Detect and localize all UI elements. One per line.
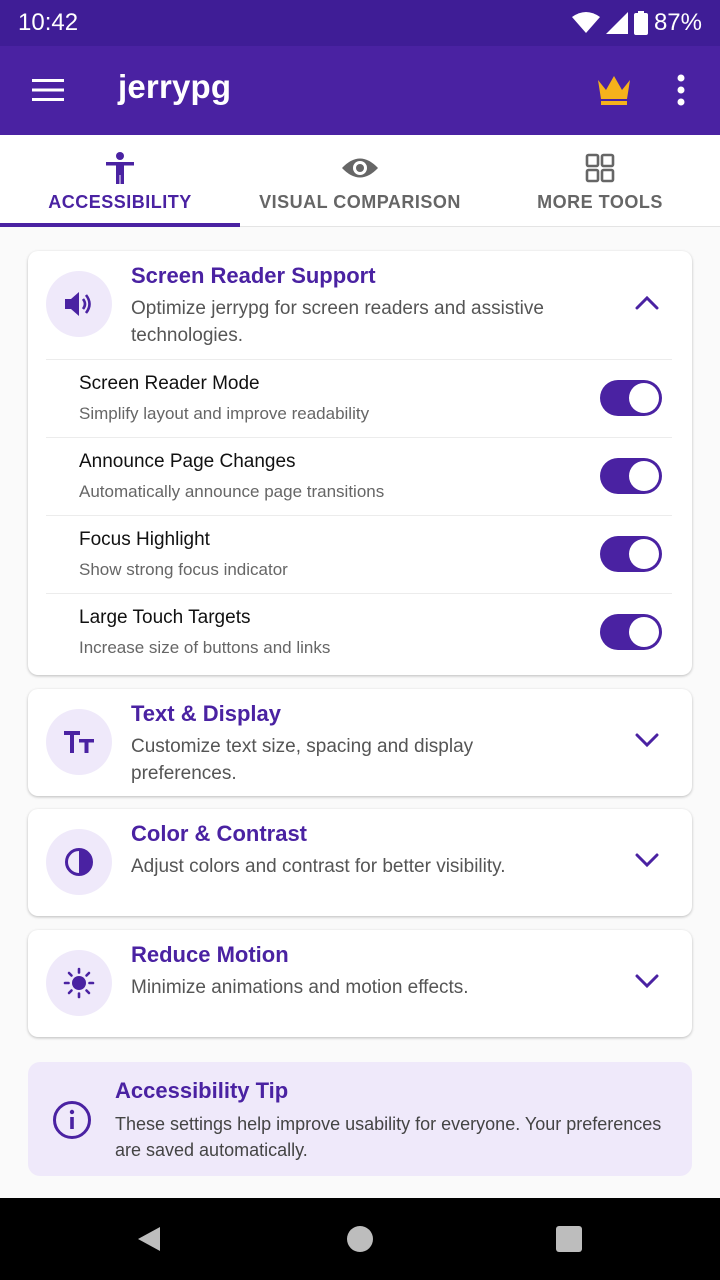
setting-description: Simplify layout and improve readability: [79, 404, 370, 423]
toggle-knob: [629, 539, 659, 569]
eye-icon: [342, 158, 378, 178]
tab-accessibility[interactable]: ACCESSIBILITY: [0, 135, 240, 227]
sun-icon: [63, 967, 95, 999]
active-tab-indicator: [0, 223, 240, 227]
signal-icon: [605, 12, 628, 34]
section-title: Text & Display: [131, 701, 281, 726]
setting-name: Announce Page Changes: [79, 451, 296, 472]
speaker-icon: [65, 292, 91, 316]
setting-name: Screen Reader Mode: [79, 373, 260, 394]
wifi-icon: [571, 12, 600, 33]
tab-label: ACCESSIBILITY: [48, 192, 192, 212]
status-icons: 87%: [571, 9, 702, 37]
recents-icon[interactable]: [554, 1224, 584, 1254]
icon-circle: [46, 271, 112, 337]
accessibility-tip-card: Accessibility Tip These settings help im…: [28, 1062, 692, 1176]
announce-page-changes-toggle[interactable]: [600, 458, 662, 494]
setting-focus-highlight: Focus Highlight Show strong focus indica…: [46, 515, 672, 593]
app-title: jerrypg: [118, 68, 232, 105]
icon-circle: [46, 709, 112, 775]
icon-circle: [46, 950, 112, 1016]
chevron-up-icon[interactable]: [634, 293, 660, 311]
home-icon[interactable]: [345, 1224, 375, 1254]
reduce-motion-card[interactable]: Reduce Motion Minimize animations and mo…: [28, 930, 692, 1037]
text-size-icon: [64, 731, 94, 753]
section-description: Customize text size, spacing and display…: [131, 736, 474, 784]
setting-announce-page-changes: Announce Page Changes Automatically anno…: [46, 437, 672, 515]
setting-description: Increase size of buttons and links: [79, 638, 331, 657]
toggle-knob: [629, 461, 659, 491]
screen-reader-header[interactable]: Screen Reader Support Optimize jerrypg f…: [28, 251, 692, 359]
back-icon[interactable]: [134, 1224, 164, 1254]
focus-highlight-toggle[interactable]: [600, 536, 662, 572]
section-title: Screen Reader Support: [131, 263, 376, 288]
accessibility-icon: [106, 152, 134, 184]
more-options-icon[interactable]: [668, 72, 694, 108]
tab-more-tools[interactable]: MORE TOOLS: [480, 135, 720, 227]
status-bar: 10:42 87%: [0, 0, 720, 46]
setting-screen-reader-mode: Screen Reader Mode Simplify layout and i…: [46, 359, 672, 437]
setting-name: Large Touch Targets: [79, 607, 251, 628]
setting-name: Focus Highlight: [79, 529, 210, 550]
battery-percent: 87%: [653, 9, 702, 36]
battery-icon: [633, 11, 648, 35]
status-time: 10:42: [18, 9, 79, 36]
toggle-knob: [629, 383, 659, 413]
info-icon: [53, 1101, 91, 1139]
text-display-card[interactable]: Text & Display Customize text size, spac…: [28, 689, 692, 796]
chevron-down-icon[interactable]: [634, 851, 660, 869]
setting-description: Show strong focus indicator: [79, 560, 288, 579]
tab-bar: ACCESSIBILITY VISUAL COMPARISON MORE TOO…: [0, 135, 720, 227]
setting-large-touch-targets: Large Touch Targets Increase size of but…: [46, 593, 672, 671]
chevron-down-icon[interactable]: [634, 972, 660, 990]
large-touch-targets-toggle[interactable]: [600, 614, 662, 650]
chevron-down-icon[interactable]: [634, 731, 660, 749]
toggle-knob: [629, 617, 659, 647]
icon-circle: [46, 829, 112, 895]
app-bar: jerrypg: [0, 46, 720, 135]
section-description: Optimize jerrypg for screen readers and …: [131, 298, 544, 346]
color-contrast-card[interactable]: Color & Contrast Adjust colors and contr…: [28, 809, 692, 916]
tab-label: MORE TOOLS: [537, 192, 663, 212]
section-description: Adjust colors and contrast for better vi…: [131, 856, 506, 877]
grid-icon: [585, 153, 615, 183]
setting-description: Automatically announce page transitions: [79, 482, 385, 501]
screen-reader-card: Screen Reader Support Optimize jerrypg f…: [28, 251, 692, 675]
screen-reader-mode-toggle[interactable]: [600, 380, 662, 416]
section-description: Minimize animations and motion effects.: [131, 977, 469, 998]
section-title: Reduce Motion: [131, 942, 289, 967]
contrast-icon: [65, 848, 93, 876]
tip-title: Accessibility Tip: [115, 1078, 289, 1103]
tab-label: VISUAL COMPARISON: [259, 192, 461, 212]
tip-text: These settings help improve usability fo…: [115, 1114, 662, 1160]
menu-icon[interactable]: [30, 76, 66, 104]
section-title: Color & Contrast: [131, 821, 307, 846]
tab-visual-comparison[interactable]: VISUAL COMPARISON: [240, 135, 480, 227]
crown-icon[interactable]: [594, 72, 634, 108]
system-navigation-bar: [0, 1198, 720, 1280]
